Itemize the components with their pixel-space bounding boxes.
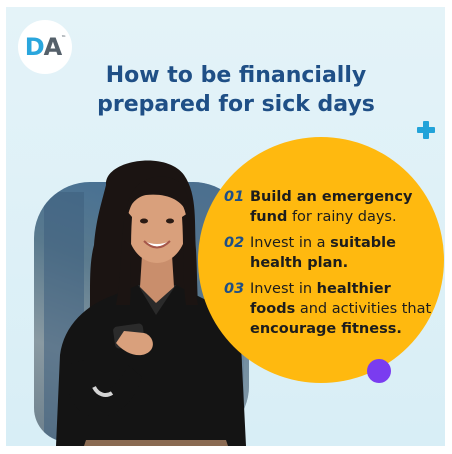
plus-icon	[417, 121, 435, 139]
tip-text: Invest in a suitable health plan.	[250, 235, 396, 271]
page-title: How to be financially prepared for sick …	[76, 61, 396, 119]
infographic-card: D A ™ How to be financially prepared for s…	[6, 7, 445, 446]
tip-number: 01	[224, 189, 245, 205]
tip-item: 03 Invest in healthier foods and activit…	[224, 279, 434, 339]
tip-text: Build an emergency fund for rainy days.	[250, 189, 413, 225]
brand-logo: D A ™	[18, 20, 72, 74]
title-line-1: How to be financially	[105, 63, 367, 88]
logo-letter-d: D	[24, 33, 45, 61]
tip-number: 03	[224, 281, 245, 297]
purple-dot	[367, 359, 391, 383]
tip-item: 01 Build an emergency fund for rainy day…	[224, 187, 434, 227]
tips-list: 01 Build an emergency fund for rainy day…	[224, 187, 434, 345]
title-line-2: prepared for sick days	[97, 92, 375, 117]
tip-item: 02 Invest in a suitable health plan.	[224, 233, 434, 273]
tip-number: 02	[224, 235, 245, 251]
logo-letter-a: A	[43, 33, 63, 61]
logo-trademark: ™	[61, 35, 66, 41]
tip-text: Invest in healthier foods and activities…	[250, 281, 432, 337]
